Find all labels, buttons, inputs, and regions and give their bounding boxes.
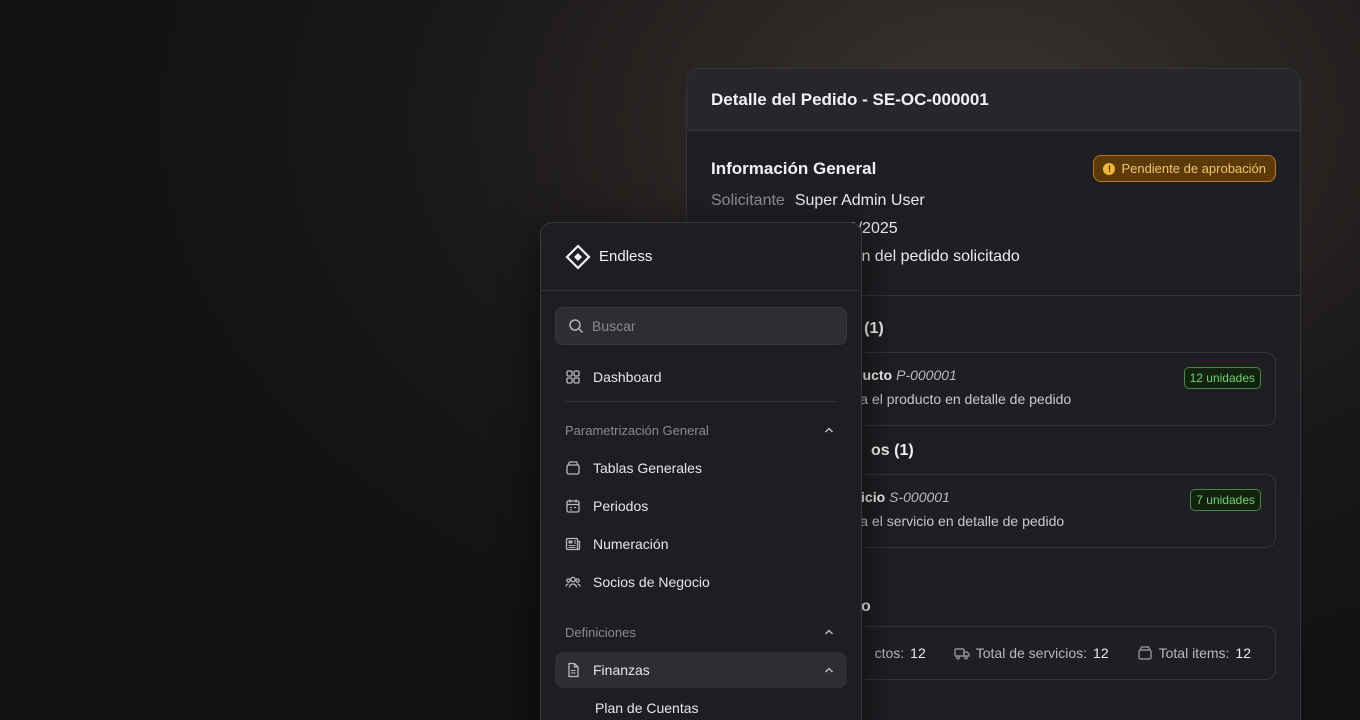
- info-row-requester: Solicitante Super Admin User: [711, 192, 1276, 210]
- sidebar-item-label: Finanzas: [593, 662, 650, 678]
- summary-products-value: 12: [910, 645, 926, 661]
- logo-icon: [565, 243, 591, 270]
- sidebar-item-label: Plan de Cuentas: [595, 700, 699, 716]
- info-value: Super Admin User: [794, 192, 925, 209]
- summary-products-label: ctos:: [874, 645, 905, 661]
- product-units-badge: 12 unidades: [1183, 367, 1261, 389]
- sidebar-nav: Dashboard Parametrización General Tablas…: [541, 359, 861, 720]
- chevron-up-icon: [821, 662, 837, 678]
- sidebar-item-dashboard[interactable]: Dashboard: [555, 359, 847, 395]
- sidebar: Endless Dashboard Parametrización Genera…: [540, 222, 862, 720]
- brand-name: Endless: [599, 248, 653, 265]
- info-label: Solicitante: [711, 192, 785, 209]
- sidebar-item-label: Numeración: [593, 536, 669, 552]
- newspaper-icon: [565, 536, 581, 552]
- summary-services-value: 12: [1093, 645, 1109, 661]
- search-icon: [568, 318, 584, 334]
- alert-icon: !: [1103, 162, 1116, 175]
- summary-services-label: Total de servicios:: [975, 645, 1088, 661]
- product-code: P-000001: [896, 367, 957, 383]
- general-info-title: Información General: [711, 158, 877, 178]
- group-definiciones[interactable]: Definiciones: [555, 614, 847, 650]
- sidebar-item-label: Dashboard: [593, 369, 662, 385]
- divider: [565, 401, 837, 402]
- order-detail-title: Detalle del Pedido - SE-OC-000001: [711, 89, 989, 109]
- grid-icon: [565, 369, 581, 385]
- service-units-badge: 7 unidades: [1190, 489, 1261, 511]
- group-parametrizacion[interactable]: Parametrización General: [555, 412, 847, 448]
- summary-items-value: 12: [1235, 645, 1251, 661]
- sidebar-item-finanzas[interactable]: Finanzas: [555, 652, 847, 688]
- sidebar-item-label: Tablas Generales: [593, 460, 702, 476]
- sidebar-item-numeracion[interactable]: Numeración: [555, 526, 847, 562]
- service-title: ervicio S-000001: [840, 489, 1176, 505]
- sidebar-item-periodos[interactable]: Periodos: [555, 488, 847, 524]
- sidebar-item-label: Socios de Negocio: [593, 574, 710, 590]
- archive-icon: [565, 460, 581, 476]
- search-box[interactable]: [555, 307, 847, 345]
- product-description: para el producto en detalle de pedido: [840, 391, 1072, 407]
- sidebar-item-tablas-generales[interactable]: Tablas Generales: [555, 450, 847, 486]
- service-code: S-000001: [889, 489, 950, 505]
- document-icon: [565, 662, 581, 678]
- sidebar-item-plan-cuentas[interactable]: Plan de Cuentas: [555, 690, 847, 720]
- chevron-up-icon: [821, 624, 837, 640]
- archive-icon: [1137, 645, 1153, 661]
- brand[interactable]: Endless: [541, 223, 861, 291]
- group-label: Definiciones: [565, 624, 636, 640]
- info-value: ción del pedido solicitado: [841, 248, 1020, 265]
- summary-services: Total de servicios: 12: [954, 645, 1109, 661]
- truck-icon: [954, 645, 970, 661]
- users-icon: [565, 574, 581, 590]
- chevron-up-icon: [821, 422, 837, 438]
- sidebar-item-socios[interactable]: Socios de Negocio: [555, 564, 847, 600]
- status-badge-label: Pendiente de aprobación: [1121, 161, 1266, 176]
- service-description: para el servicio en detalle de pedido: [840, 513, 1065, 529]
- search-input[interactable]: [592, 318, 834, 334]
- summary-items-label: Total items:: [1158, 645, 1230, 661]
- sidebar-item-label: Periodos: [593, 498, 649, 514]
- summary-items: Total items: 12: [1137, 645, 1251, 661]
- calendar-icon: [565, 498, 581, 514]
- group-label: Parametrización General: [565, 422, 709, 438]
- status-badge: ! Pendiente de aprobación: [1093, 155, 1276, 182]
- order-detail-header: Detalle del Pedido - SE-OC-000001: [687, 69, 1300, 131]
- summary-products: ctos: 12: [875, 645, 926, 661]
- product-title: roducto P-000001: [840, 367, 1170, 383]
